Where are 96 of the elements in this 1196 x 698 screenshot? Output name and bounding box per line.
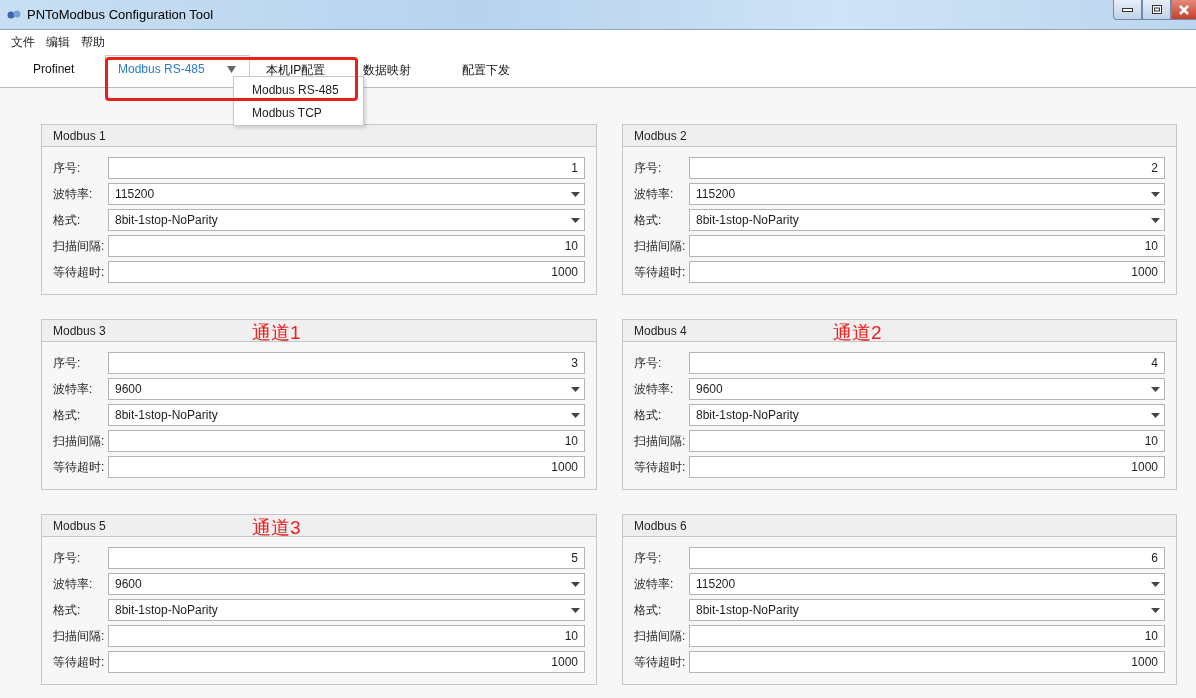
- dropdown-arrow-icon: [571, 386, 580, 392]
- field-label: 扫描间隔:: [53, 237, 106, 255]
- input-field[interactable]: 10: [108, 430, 585, 452]
- field-label: 序号:: [634, 549, 663, 567]
- group-title: Modbus 2: [634, 128, 687, 143]
- input-field[interactable]: 10: [689, 430, 1165, 452]
- input-field[interactable]: 1000: [108, 261, 585, 283]
- input-field[interactable]: 1000: [108, 456, 585, 478]
- annotation-text: 通道2: [833, 321, 882, 345]
- annotation-text: 通道3: [252, 516, 301, 540]
- field-label: 扫描间隔:: [634, 237, 687, 255]
- tab[interactable]: 配置下发: [449, 55, 549, 87]
- input-field[interactable]: 1000: [689, 651, 1165, 673]
- menu-item[interactable]: 文件: [11, 34, 35, 51]
- input-field[interactable]: 1000: [689, 261, 1165, 283]
- dropdown-field[interactable]: 9600: [689, 378, 1165, 400]
- dropdown-arrow-icon: [1151, 191, 1160, 197]
- group-title: Modbus 6: [634, 518, 687, 533]
- group-title: Modbus 4: [634, 323, 687, 338]
- dropdown-arrow-icon: [571, 217, 580, 223]
- dropdown-field[interactable]: 8bit-1stop-NoParity: [689, 209, 1165, 231]
- field-label: 序号:: [53, 549, 82, 567]
- dropdown-arrow-icon: [571, 581, 580, 587]
- dropdown-field[interactable]: 8bit-1stop-NoParity: [689, 404, 1165, 426]
- dropdown-field[interactable]: 115200: [108, 183, 585, 205]
- field-label: 格式:: [634, 406, 663, 424]
- group-title: Modbus 5: [53, 518, 106, 533]
- dropdown-field[interactable]: 9600: [108, 378, 585, 400]
- input-field[interactable]: 1000: [108, 651, 585, 673]
- input-field[interactable]: 6: [689, 547, 1165, 569]
- dropdown-field[interactable]: 8bit-1stop-NoParity: [108, 404, 585, 426]
- field-label: 等待超时:: [53, 458, 106, 476]
- field-label: 波特率:: [53, 575, 94, 593]
- field-label: 等待超时:: [53, 653, 106, 671]
- dropdown-arrow-icon: [226, 66, 236, 73]
- input-field[interactable]: 2: [689, 157, 1165, 179]
- dropdown-field[interactable]: 8bit-1stop-NoParity: [108, 599, 585, 621]
- input-field[interactable]: 3: [108, 352, 585, 374]
- dropdown-field[interactable]: 8bit-1stop-NoParity: [689, 599, 1165, 621]
- field-label: 等待超时:: [634, 458, 687, 476]
- field-label: 波特率:: [53, 185, 94, 203]
- input-field[interactable]: 1: [108, 157, 585, 179]
- dropdown-arrow-icon: [1151, 386, 1160, 392]
- input-field[interactable]: 10: [108, 235, 585, 257]
- dropdown-arrow-icon: [1151, 412, 1160, 418]
- field-label: 序号:: [634, 354, 663, 372]
- input-field[interactable]: 10: [689, 625, 1165, 647]
- field-label: 扫描间隔:: [634, 627, 687, 645]
- input-field[interactable]: 10: [108, 625, 585, 647]
- menu-item[interactable]: 编辑: [46, 34, 70, 51]
- menu-item[interactable]: 帮助: [81, 34, 105, 51]
- annotation-text: 通道1: [252, 321, 301, 345]
- group-title: Modbus 1: [53, 128, 106, 143]
- dropdown-arrow-icon: [571, 607, 580, 613]
- input-field[interactable]: 4: [689, 352, 1165, 374]
- field-label: 序号:: [634, 159, 663, 177]
- field-label: 扫描间隔:: [53, 627, 106, 645]
- app-icon: [7, 9, 21, 20]
- group-title: Modbus 3: [53, 323, 106, 338]
- field-label: 扫描间隔:: [634, 432, 687, 450]
- dropdown-arrow-icon: [571, 412, 580, 418]
- field-label: 扫描间隔:: [53, 432, 106, 450]
- window-title: PNToModbus Configuration Tool: [27, 7, 214, 22]
- dropdown-arrow-icon: [1151, 607, 1160, 613]
- field-label: 等待超时:: [634, 653, 687, 671]
- field-label: 序号:: [53, 354, 82, 372]
- field-label: 格式:: [53, 406, 82, 424]
- minimize-icon: [1122, 7, 1133, 12]
- input-field[interactable]: 5: [108, 547, 585, 569]
- close-button[interactable]: [1171, 0, 1196, 20]
- field-label: 格式:: [53, 601, 82, 619]
- dropdown-arrow-icon: [571, 191, 580, 197]
- field-label: 格式:: [634, 211, 663, 229]
- close-icon: [1179, 4, 1189, 15]
- field-label: 等待超时:: [53, 263, 106, 281]
- maximize-icon: [1151, 5, 1162, 14]
- input-field[interactable]: 1000: [689, 456, 1165, 478]
- dropdown-field[interactable]: 115200: [689, 183, 1165, 205]
- field-label: 波特率:: [634, 575, 675, 593]
- dropdown-arrow-icon: [1151, 581, 1160, 587]
- input-field[interactable]: 10: [689, 235, 1165, 257]
- field-label: 格式:: [53, 211, 82, 229]
- field-label: 波特率:: [53, 380, 94, 398]
- field-label: 波特率:: [634, 185, 675, 203]
- menu-option[interactable]: Modbus TCP: [234, 101, 363, 124]
- field-label: 波特率:: [634, 380, 675, 398]
- dropdown-field[interactable]: 115200: [689, 573, 1165, 595]
- tab[interactable]: Profinet: [20, 55, 105, 87]
- dropdown-field[interactable]: 8bit-1stop-NoParity: [108, 209, 585, 231]
- field-label: 序号:: [53, 159, 82, 177]
- maximize-button[interactable]: [1142, 0, 1171, 20]
- field-label: 格式:: [634, 601, 663, 619]
- dropdown-field[interactable]: 9600: [108, 573, 585, 595]
- dropdown-arrow-icon: [1151, 217, 1160, 223]
- field-label: 等待超时:: [634, 263, 687, 281]
- minimize-button[interactable]: [1113, 0, 1142, 20]
